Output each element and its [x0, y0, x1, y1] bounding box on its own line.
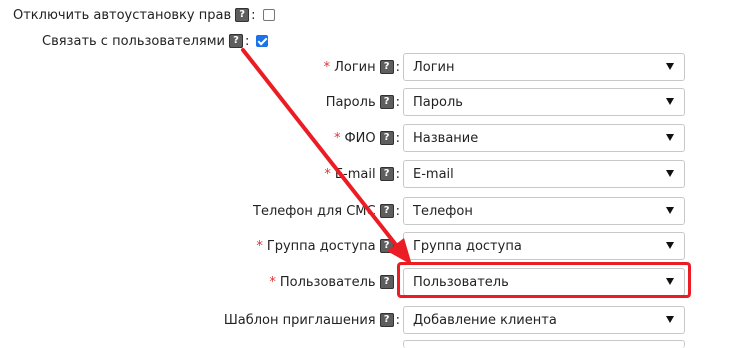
annotation-arrow [241, 48, 412, 265]
